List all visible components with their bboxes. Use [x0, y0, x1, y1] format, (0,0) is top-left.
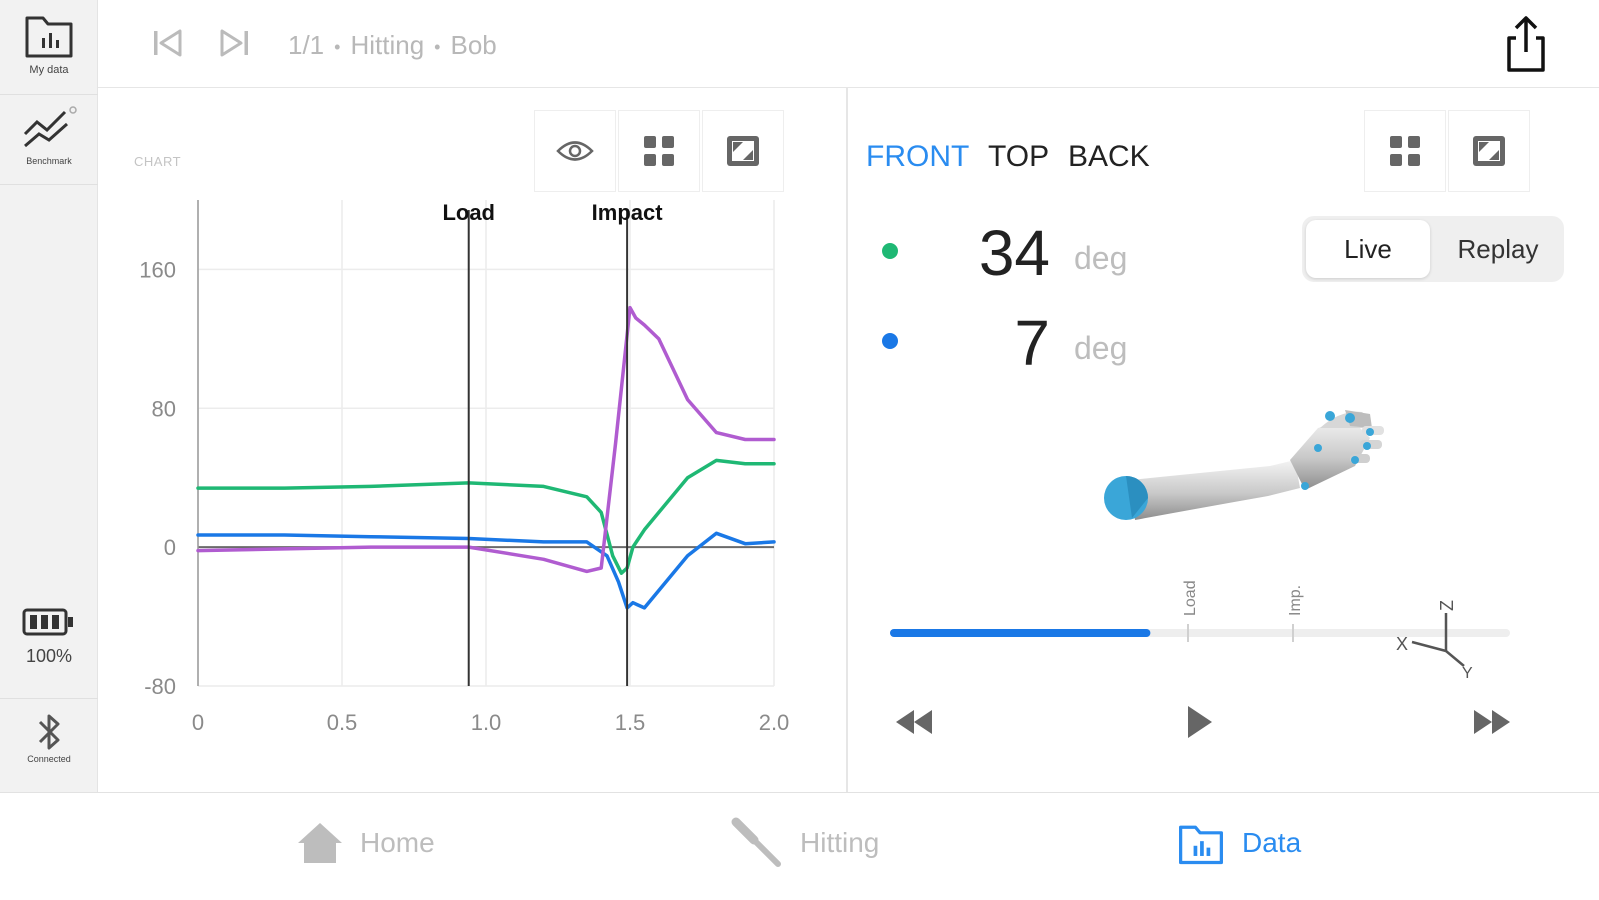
x-tick-label: 1.0	[471, 710, 502, 735]
timeline-label-load: Load	[1182, 580, 1199, 616]
bluetooth-icon	[38, 714, 60, 750]
x-tick-label: 1.5	[615, 710, 646, 735]
skip-next-icon	[220, 29, 248, 57]
battery-percent: 100%	[25, 646, 73, 666]
x-tick-label: 0	[192, 710, 204, 735]
x-tick-label: 0.5	[327, 710, 358, 735]
axis-y-label: Y	[1462, 665, 1473, 682]
app-root: My data Benchmark 100% Connected 1/1 • H…	[0, 0, 1599, 900]
timeline-label-impact: Imp.	[1287, 585, 1304, 616]
event-marker-label: Impact	[592, 200, 664, 225]
play-button[interactable]	[1188, 706, 1212, 738]
y-tick-label: -80	[144, 674, 176, 699]
benchmark-button[interactable]: Benchmark	[0, 104, 98, 166]
my-data-label: My data	[29, 64, 69, 76]
y-tick-label: 160	[139, 257, 176, 282]
chart-labels: 0 0.5 1.0 1.5 2.0 160 80 0 -80	[139, 257, 789, 735]
bluetooth-label: Connected	[27, 754, 71, 764]
nav-hitting[interactable]: Hitting	[730, 813, 879, 873]
nav-home-label: Home	[360, 827, 435, 858]
session-position: 1/1	[288, 30, 325, 60]
axes-gizmo: Z X Y	[1396, 600, 1473, 682]
event-marker-label: Load	[442, 200, 495, 225]
breadcrumb-separator: •	[334, 36, 341, 57]
folder-chart-icon	[25, 16, 73, 58]
home-icon	[296, 819, 344, 867]
rewind-icon	[914, 710, 932, 734]
nav-data-label: Data	[1242, 827, 1302, 858]
nav-hitting-label: Hitting	[800, 827, 880, 858]
axis-z-label: Z	[1437, 600, 1457, 611]
play-icon	[1188, 706, 1212, 738]
skip-previous-button[interactable]	[150, 26, 184, 65]
my-data-button[interactable]: My data	[0, 8, 98, 76]
line-chart: Load Impact 0 0.5 1.0 1.5 2.0 160 80 0 -80	[139, 200, 789, 735]
chart-grid	[197, 200, 775, 687]
arm-model	[1104, 410, 1384, 520]
rail-divider	[0, 184, 98, 185]
activity-name: Hitting	[350, 30, 425, 60]
arm-view-canvas: Load Imp. Z X Y	[890, 410, 1510, 738]
share-button[interactable]	[1499, 14, 1553, 79]
benchmark-trend-icon	[23, 106, 77, 148]
rail-divider	[0, 94, 98, 95]
y-tick-label: 80	[152, 396, 176, 421]
folder-chart-icon	[1176, 818, 1226, 868]
y-tick-label: 0	[164, 535, 176, 560]
x-tick-label: 2.0	[759, 710, 790, 735]
breadcrumb-separator: •	[434, 36, 441, 57]
rail-divider	[0, 698, 98, 699]
bottom-nav: Home Hitting Data	[0, 792, 1599, 900]
battery-status: 100%	[0, 604, 98, 667]
playback-timeline[interactable]: Load Imp.	[890, 580, 1510, 642]
axis-x-label: X	[1396, 634, 1408, 654]
nav-data[interactable]: Data	[1176, 813, 1301, 873]
rewind-button[interactable]	[896, 710, 932, 734]
view-panel: FRONT TOP BACK 34 deg 7 deg Live Replay	[850, 88, 1599, 792]
chart-panel: CHART Load Impact 0 0.5 1.0 1.5 2.0 160 80 0 -80	[98, 88, 846, 792]
bat-icon	[730, 816, 784, 870]
top-bar: 1/1 • Hitting • Bob	[98, 0, 1599, 88]
side-rail: My data Benchmark 100% Connected	[0, 0, 98, 792]
timeline-progress	[890, 629, 1151, 637]
athlete-name: Bob	[450, 30, 497, 60]
battery-icon	[22, 608, 73, 636]
benchmark-label: Benchmark	[26, 156, 72, 166]
pane-divider	[846, 88, 848, 792]
skip-next-button[interactable]	[218, 26, 252, 65]
fast-forward-icon	[1474, 710, 1492, 734]
skip-previous-icon	[154, 29, 182, 57]
nav-home[interactable]: Home	[296, 813, 435, 873]
share-icon	[1507, 16, 1545, 72]
bluetooth-status[interactable]: Connected	[0, 712, 98, 764]
breadcrumb: 1/1 • Hitting • Bob	[288, 30, 497, 61]
fast-forward-button[interactable]	[1474, 710, 1510, 734]
